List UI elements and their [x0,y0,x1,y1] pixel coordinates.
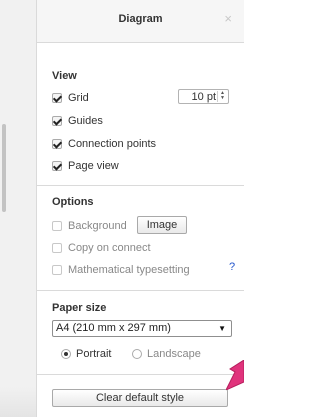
radio-icon[interactable] [132,349,142,359]
checkbox-icon[interactable] [52,243,62,253]
spinner-arrows-icon[interactable]: ▲ ▼ [217,91,227,102]
page-view-option[interactable]: Page view [52,158,119,174]
grid-option[interactable]: Grid [52,90,89,106]
page-view-label: Page view [68,160,119,172]
connection-points-label: Connection points [68,138,157,150]
checkbox-icon[interactable] [52,116,62,126]
image-button[interactable]: Image [137,216,187,234]
grid-size-spinner[interactable]: 10 pt ▲ ▼ [178,89,229,104]
copy-on-connect-label: Copy on connect [68,242,151,254]
left-gutter [0,0,37,417]
landscape-label: Landscape [147,348,201,360]
divider [37,185,244,186]
checkbox-icon[interactable] [52,139,62,149]
guides-option[interactable]: Guides [52,113,103,129]
landscape-option[interactable]: Landscape [132,346,201,362]
copy-on-connect-option[interactable]: Copy on connect [52,240,151,256]
math-typesetting-option[interactable]: Mathematical typesetting [52,262,190,278]
panel-header: Diagram × [37,0,244,43]
scrollbar-thumb[interactable] [2,124,6,212]
checkbox-icon[interactable] [52,93,62,103]
close-icon[interactable]: × [224,11,232,26]
connection-points-option[interactable]: Connection points [52,136,156,152]
portrait-option[interactable]: Portrait [61,346,111,362]
help-icon[interactable]: ? [229,261,235,273]
pointer-arrow-icon [226,360,244,390]
checkbox-icon[interactable] [52,265,62,275]
dropdown-caret-icon: ▼ [218,324,226,333]
checkbox-icon[interactable] [52,161,62,171]
math-typesetting-label: Mathematical typesetting [68,264,190,276]
options-section-title: Options [52,196,94,208]
grid-label: Grid [68,92,89,104]
checkbox-icon[interactable] [52,221,62,231]
gutter-fade [0,387,36,417]
divider [37,290,244,291]
grid-size-value[interactable]: 10 pt [192,91,216,103]
clear-default-style-button[interactable]: Clear default style [52,389,228,407]
view-section-title: View [52,70,77,82]
background-label: Background [68,220,127,232]
guides-label: Guides [68,115,103,127]
paper-size-value: A4 (210 mm x 297 mm) [56,322,171,334]
format-panel: Diagram × View Grid 10 pt ▲ ▼ Guides Conn… [37,0,244,417]
radio-icon[interactable] [61,349,71,359]
divider [37,374,244,375]
paper-size-select[interactable]: A4 (210 mm x 297 mm) ▼ [52,320,232,337]
paper-size-section-title: Paper size [52,302,107,314]
panel-title: Diagram [118,13,163,25]
background-option[interactable]: Background [52,218,127,234]
portrait-label: Portrait [76,348,112,360]
